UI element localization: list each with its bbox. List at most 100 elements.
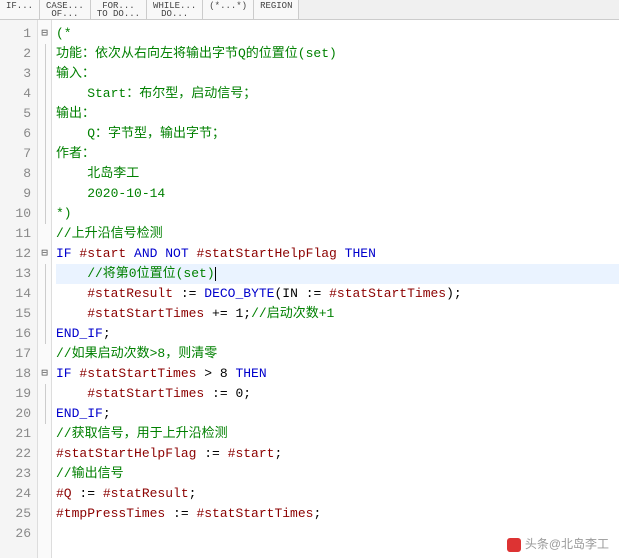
fold-toggle-icon[interactable] xyxy=(38,364,51,384)
code-token: #statStartTimes xyxy=(196,506,313,521)
code-token: 2020-10-14 xyxy=(56,186,165,201)
code-line[interactable]: 北岛李工 xyxy=(56,164,619,184)
line-number: 6 xyxy=(2,124,31,144)
code-line[interactable]: //如果启动次数>8，则清零 xyxy=(56,344,619,364)
code-line[interactable]: 作者： xyxy=(56,144,619,164)
code-token: ; xyxy=(313,506,321,521)
code-token: #statResult xyxy=(103,486,189,501)
code-token: := xyxy=(204,386,235,401)
code-token: 北岛李工 xyxy=(56,166,139,181)
code-line[interactable]: IF #start AND NOT #statStartHelpFlag THE… xyxy=(56,244,619,264)
fold-guide xyxy=(38,44,51,64)
code-token: += xyxy=(204,306,235,321)
code-line[interactable]: END_IF; xyxy=(56,404,619,424)
code-line[interactable]: Start：布尔型，启动信号； xyxy=(56,84,619,104)
fold-guide xyxy=(38,324,51,344)
code-token: //上升沿信号检测 xyxy=(56,226,163,241)
fold-guide xyxy=(38,184,51,204)
code-token: Q：字节型，输出字节； xyxy=(56,126,225,141)
code-token: Start：布尔型，启动信号； xyxy=(56,86,256,101)
code-line[interactable]: IF #statStartTimes > 8 THEN xyxy=(56,364,619,384)
code-line[interactable]: #statStartHelpFlag := #start; xyxy=(56,444,619,464)
line-number: 21 xyxy=(2,424,31,444)
fold-guide xyxy=(38,104,51,124)
fold-toggle-icon[interactable] xyxy=(38,24,51,44)
line-number: 18 xyxy=(2,364,31,384)
code-token: #statStartTimes xyxy=(79,366,196,381)
snippet-tab[interactable]: REGION xyxy=(254,0,299,19)
code-line[interactable]: //将第0位置位(set) xyxy=(56,264,619,284)
code-token: #statStartHelpFlag xyxy=(196,246,336,261)
code-editor[interactable]: 1234567891011121314151617181920212223242… xyxy=(0,20,619,558)
code-area[interactable]: (* 功能：依次从右向左将输出字节Q的位置位(set) 输入： Start：布尔型，… xyxy=(52,20,619,558)
code-token: 作者： xyxy=(56,146,95,161)
line-number: 26 xyxy=(2,524,31,544)
snippet-tab[interactable]: IF... xyxy=(0,0,40,19)
fold-guide xyxy=(38,284,51,304)
line-number: 22 xyxy=(2,444,31,464)
code-token: 8 xyxy=(220,366,228,381)
code-token: (IN := xyxy=(274,286,329,301)
code-line[interactable]: //输出信号 xyxy=(56,464,619,484)
snippet-tab[interactable]: FOR...TO DO... xyxy=(91,0,147,19)
code-token: #statStartTimes xyxy=(87,306,204,321)
code-token xyxy=(56,306,87,321)
line-number: 12 xyxy=(2,244,31,264)
code-line[interactable]: 输出： xyxy=(56,104,619,124)
code-line[interactable]: #tmpPressTimes := #statStartTimes; xyxy=(56,504,619,524)
code-line[interactable]: END_IF; xyxy=(56,324,619,344)
line-number: 10 xyxy=(2,204,31,224)
code-line[interactable]: #statStartTimes := 0; xyxy=(56,384,619,404)
code-line[interactable]: #statStartTimes += 1;//启动次数+1 xyxy=(56,304,619,324)
code-token xyxy=(56,286,87,301)
code-token: := xyxy=(196,446,227,461)
code-line[interactable]: #Q := #statResult; xyxy=(56,484,619,504)
line-number: 25 xyxy=(2,504,31,524)
snippet-tab[interactable]: CASE...OF... xyxy=(40,0,91,19)
fold-guide xyxy=(38,404,51,424)
code-token: > xyxy=(196,366,219,381)
snippet-tab[interactable]: (*...*) xyxy=(203,0,254,19)
fold-column[interactable] xyxy=(38,20,52,558)
fold-guide xyxy=(38,424,51,444)
code-token: //输出信号 xyxy=(56,466,124,481)
code-token: 输出： xyxy=(56,106,95,121)
fold-guide xyxy=(38,384,51,404)
line-number: 23 xyxy=(2,464,31,484)
fold-guide xyxy=(38,464,51,484)
snippet-tab[interactable]: WHILE...DO... xyxy=(147,0,203,19)
code-token: #start xyxy=(79,246,126,261)
code-token: #statResult xyxy=(87,286,173,301)
fold-toggle-icon[interactable] xyxy=(38,244,51,264)
fold-guide xyxy=(38,504,51,524)
code-token: := xyxy=(173,286,204,301)
code-line[interactable]: Q：字节型，输出字节； xyxy=(56,124,619,144)
fold-guide xyxy=(38,204,51,224)
code-line[interactable]: 2020-10-14 xyxy=(56,184,619,204)
fold-guide xyxy=(38,64,51,84)
fold-guide xyxy=(38,304,51,324)
code-token: ; xyxy=(274,446,282,461)
snippet-tabs: IF... CASE...OF...FOR...TO DO...WHILE...… xyxy=(0,0,619,20)
code-token: #statStartTimes xyxy=(87,386,204,401)
code-line[interactable]: 功能：依次从右向左将输出字节Q的位置位(set) xyxy=(56,44,619,64)
line-number: 17 xyxy=(2,344,31,364)
code-line[interactable]: (* xyxy=(56,24,619,44)
fold-guide xyxy=(38,484,51,504)
code-line[interactable]: //获取信号，用于上升沿检测 xyxy=(56,424,619,444)
code-line[interactable]: 输入： xyxy=(56,64,619,84)
code-token: *) xyxy=(56,206,72,221)
watermark-text: 头条@北岛李工 xyxy=(525,537,609,551)
code-line[interactable]: *) xyxy=(56,204,619,224)
fold-guide xyxy=(38,124,51,144)
code-line[interactable]: //上升沿信号检测 xyxy=(56,224,619,244)
line-number: 11 xyxy=(2,224,31,244)
code-token: ; xyxy=(103,406,111,421)
line-number: 14 xyxy=(2,284,31,304)
code-token: THEN xyxy=(337,246,376,261)
code-token: 功能：依次从右向左将输出字节Q的位置位(set) xyxy=(56,46,337,61)
code-line[interactable]: #statResult := DECO_BYTE(IN := #statStar… xyxy=(56,284,619,304)
code-token: END_IF xyxy=(56,406,103,421)
code-token: ; xyxy=(243,386,251,401)
line-number: 5 xyxy=(2,104,31,124)
